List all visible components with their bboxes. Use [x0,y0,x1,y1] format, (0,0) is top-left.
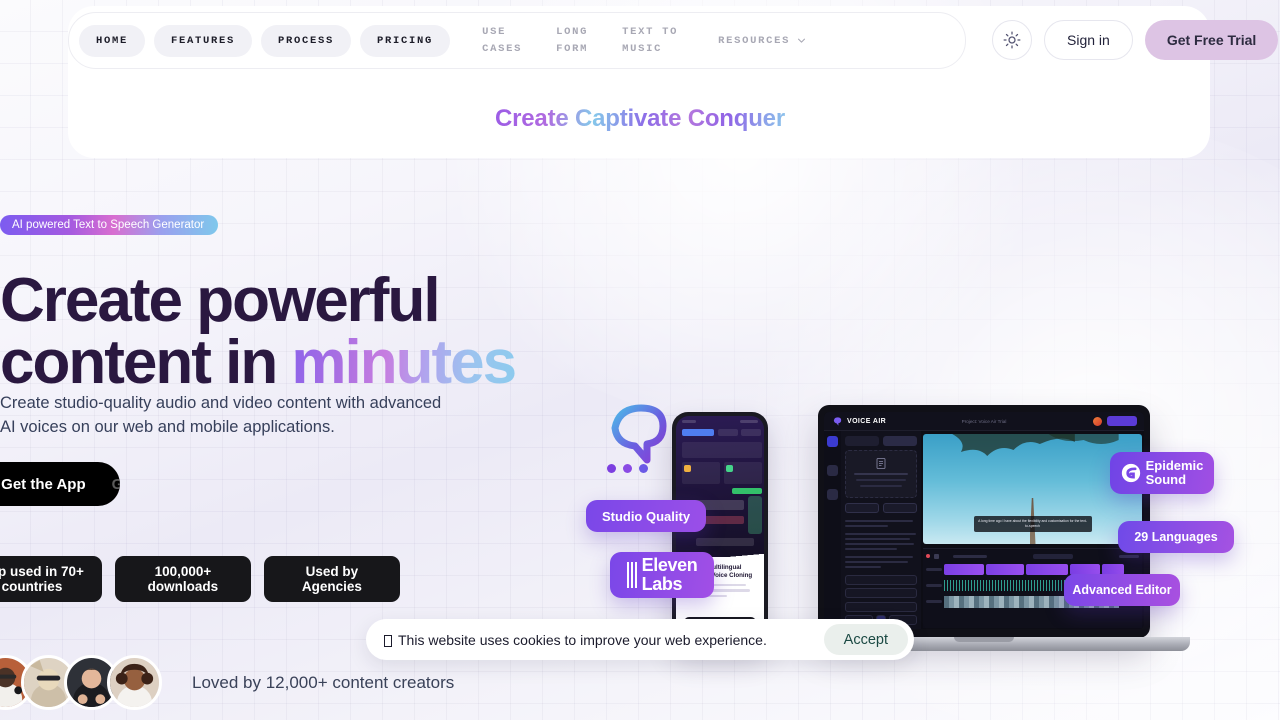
rail-icon-home[interactable] [827,436,838,447]
hero-tagline: Create Captivate Conquer [0,105,1280,133]
stat-countries: App used in 70+ countries [0,556,102,602]
badge-epidemic-sound: Epidemic Sound [1110,452,1214,494]
sign-in-button[interactable]: Sign in [1044,20,1133,60]
nav-pricing[interactable]: PRICING [360,24,451,57]
sidebar-quality[interactable] [845,601,917,612]
main-navbar: HOME FEATURES PROCESS PRICING USE CASES … [68,12,966,69]
avatar-creator-4 [107,655,162,710]
nav-home[interactable]: HOME [79,24,146,57]
cta-label-repeat: Get the App [111,475,120,493]
app-sidebar [841,431,921,629]
laptop-mockup: VOICE AIR Project: Voice Air Trial A lon… [778,405,1190,705]
app-video-preview: A long time ago I have about the flexibi… [923,434,1142,544]
social-proof-text: Loved by 12,000+ content creators [192,672,455,692]
hero-badge: AI powered Text to Speech Generator [0,215,219,235]
hero-stat-pills: App used in 70+ countries 100,000+ downl… [0,556,400,602]
cta-label: Get the App [1,475,86,493]
social-proof: Loved by 12,000+ content creators [0,655,454,710]
sidebar-add-voice-over[interactable] [845,574,917,585]
nav-long-form[interactable]: LONG FORM [556,24,588,57]
chevron-down-icon [797,36,806,45]
sidebar-translate-button[interactable] [883,503,917,513]
app-export-button[interactable] [1107,416,1137,426]
epidemic-sound-icon [1121,463,1140,483]
cookie-icon [384,634,392,647]
sun-icon[interactable] [992,20,1032,60]
stat-downloads: 100,000+ downloads [114,556,251,602]
app-project-name: Project: Voice Air Trial [961,418,1007,424]
stat-agencies: Used by Agencies [263,556,400,602]
sidebar-upload-dropzone[interactable] [845,450,917,498]
app-left-rail [824,431,841,629]
video-caption: A long time ago I have about the flexibi… [973,516,1092,532]
sidebar-ai-assistant-button[interactable] [845,503,879,513]
cookie-banner-text: This website uses cookies to improve you… [384,632,824,648]
elevenlabs-bars-icon [626,562,638,588]
nav-features[interactable]: FEATURES [154,24,253,57]
avatar-group [0,655,162,710]
get-the-app-button[interactable]: App Get the App Get the App [0,462,120,506]
page-root: HOME FEATURES PROCESS PRICING USE CASES … [0,0,1280,720]
hero-subheading: Create studio-quality audio and video co… [0,394,442,436]
rail-icon-video[interactable] [827,489,838,500]
hero-tagline-text: Create Captivate Conquer [495,105,785,132]
document-icon [876,458,886,469]
nav-resources[interactable]: RESOURCES [718,35,806,47]
app-topbar: VOICE AIR Project: Voice Air Trial [824,412,1144,431]
cta-marquee-track: App Get the App Get the App [0,476,120,493]
rail-icon-music[interactable] [827,465,838,476]
get-free-trial-button[interactable]: Get Free Trial [1144,20,1279,60]
app-user-avatar[interactable] [1093,416,1102,426]
sidebar-tab-import[interactable] [845,436,879,446]
badge-29-languages: 29 Languages [1118,521,1234,553]
nav-text-to-music[interactable]: TEXT TO MUSIC [622,24,678,57]
badge-epidemic-sound-label: Epidemic Sound [1145,457,1204,487]
nav-use-cases[interactable]: USE CASES [482,24,522,57]
cookie-message: This website uses cookies to improve you… [398,631,767,648]
headline-accent-word: minutes [291,328,517,397]
accept-cookies-button[interactable]: Accept [823,624,908,655]
laptop-notch [954,637,1014,642]
headline-line-2-plain: content in [0,328,292,397]
headline-line-1: Create powerful [0,266,441,335]
timeline-toolbar [926,552,1139,560]
badge-eleven-labs-label: Eleven Labs [641,555,698,594]
badge-studio-quality: Studio Quality [586,500,706,532]
page-title: Create powerful content in minutes [0,270,560,394]
app-brand-name: VOICE AIR [847,417,887,425]
nav-process[interactable]: PROCESS [261,24,352,57]
elevenlabs-swoosh-icon [605,402,675,473]
navbar-actions: Sign in Get Free Trial [992,20,1279,60]
badge-advanced-editor: Advanced Editor [1064,574,1180,606]
sidebar-tab-speech-synthesis[interactable] [883,436,917,446]
cookie-banner: This website uses cookies to improve you… [366,619,914,660]
nav-resources-label: RESOURCES [718,34,791,47]
sidebar-voice-settings[interactable] [845,588,917,598]
badge-eleven-labs: Eleven Labs [610,552,714,598]
app-logo-icon [833,416,842,426]
